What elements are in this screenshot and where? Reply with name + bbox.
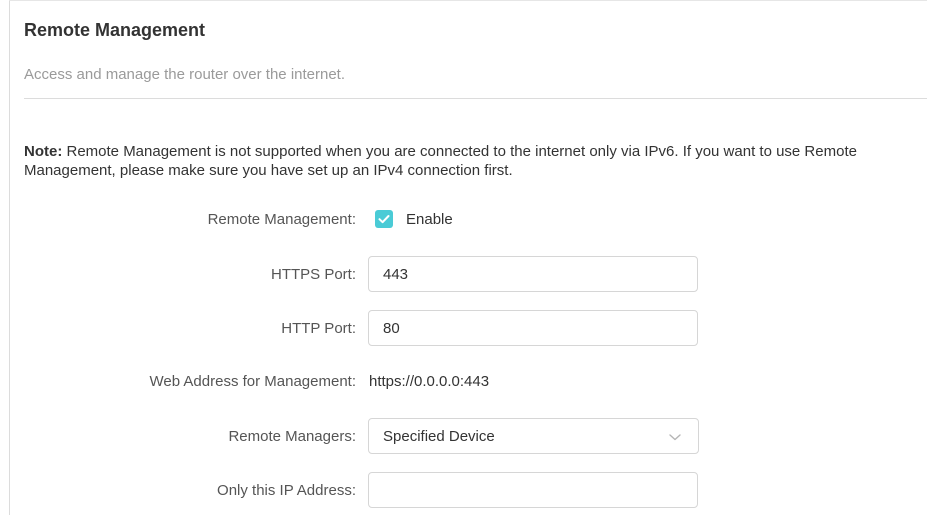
ip-address-input[interactable]	[368, 472, 698, 508]
section-divider	[24, 98, 927, 99]
remote-management-label: Remote Management:	[207, 211, 356, 228]
panel-top-border	[9, 0, 927, 1]
remote-management-panel: Remote Management Access and manage the …	[0, 0, 927, 515]
note-label: Note:	[24, 143, 63, 160]
remote-managers-select[interactable]: Specified Device	[368, 418, 699, 454]
remote-managers-selected-value: Specified Device	[383, 428, 495, 445]
web-address-label: Web Address for Management:	[149, 373, 357, 390]
https-port-label: HTTPS Port:	[270, 266, 356, 283]
http-port-input[interactable]	[368, 310, 698, 346]
web-address-value: https://0.0.0.0:443	[369, 373, 490, 390]
https-port-input[interactable]	[368, 256, 698, 292]
remote-management-checkbox[interactable]	[375, 210, 393, 228]
remote-managers-label: Remote Managers:	[228, 428, 356, 445]
note-text: Note: Remote Management is not supported…	[24, 142, 927, 180]
enable-checkbox-label[interactable]: Enable	[406, 211, 453, 228]
section-title: Remote Management	[24, 20, 206, 40]
note-body: Remote Management is not supported when …	[24, 143, 857, 179]
check-icon	[378, 215, 390, 224]
panel-left-border	[9, 0, 10, 515]
chevron-down-icon	[669, 434, 681, 441]
http-port-label: HTTP Port:	[281, 320, 356, 337]
ip-address-label: Only this IP Address:	[217, 482, 356, 499]
section-description: Access and manage the router over the in…	[24, 66, 346, 83]
